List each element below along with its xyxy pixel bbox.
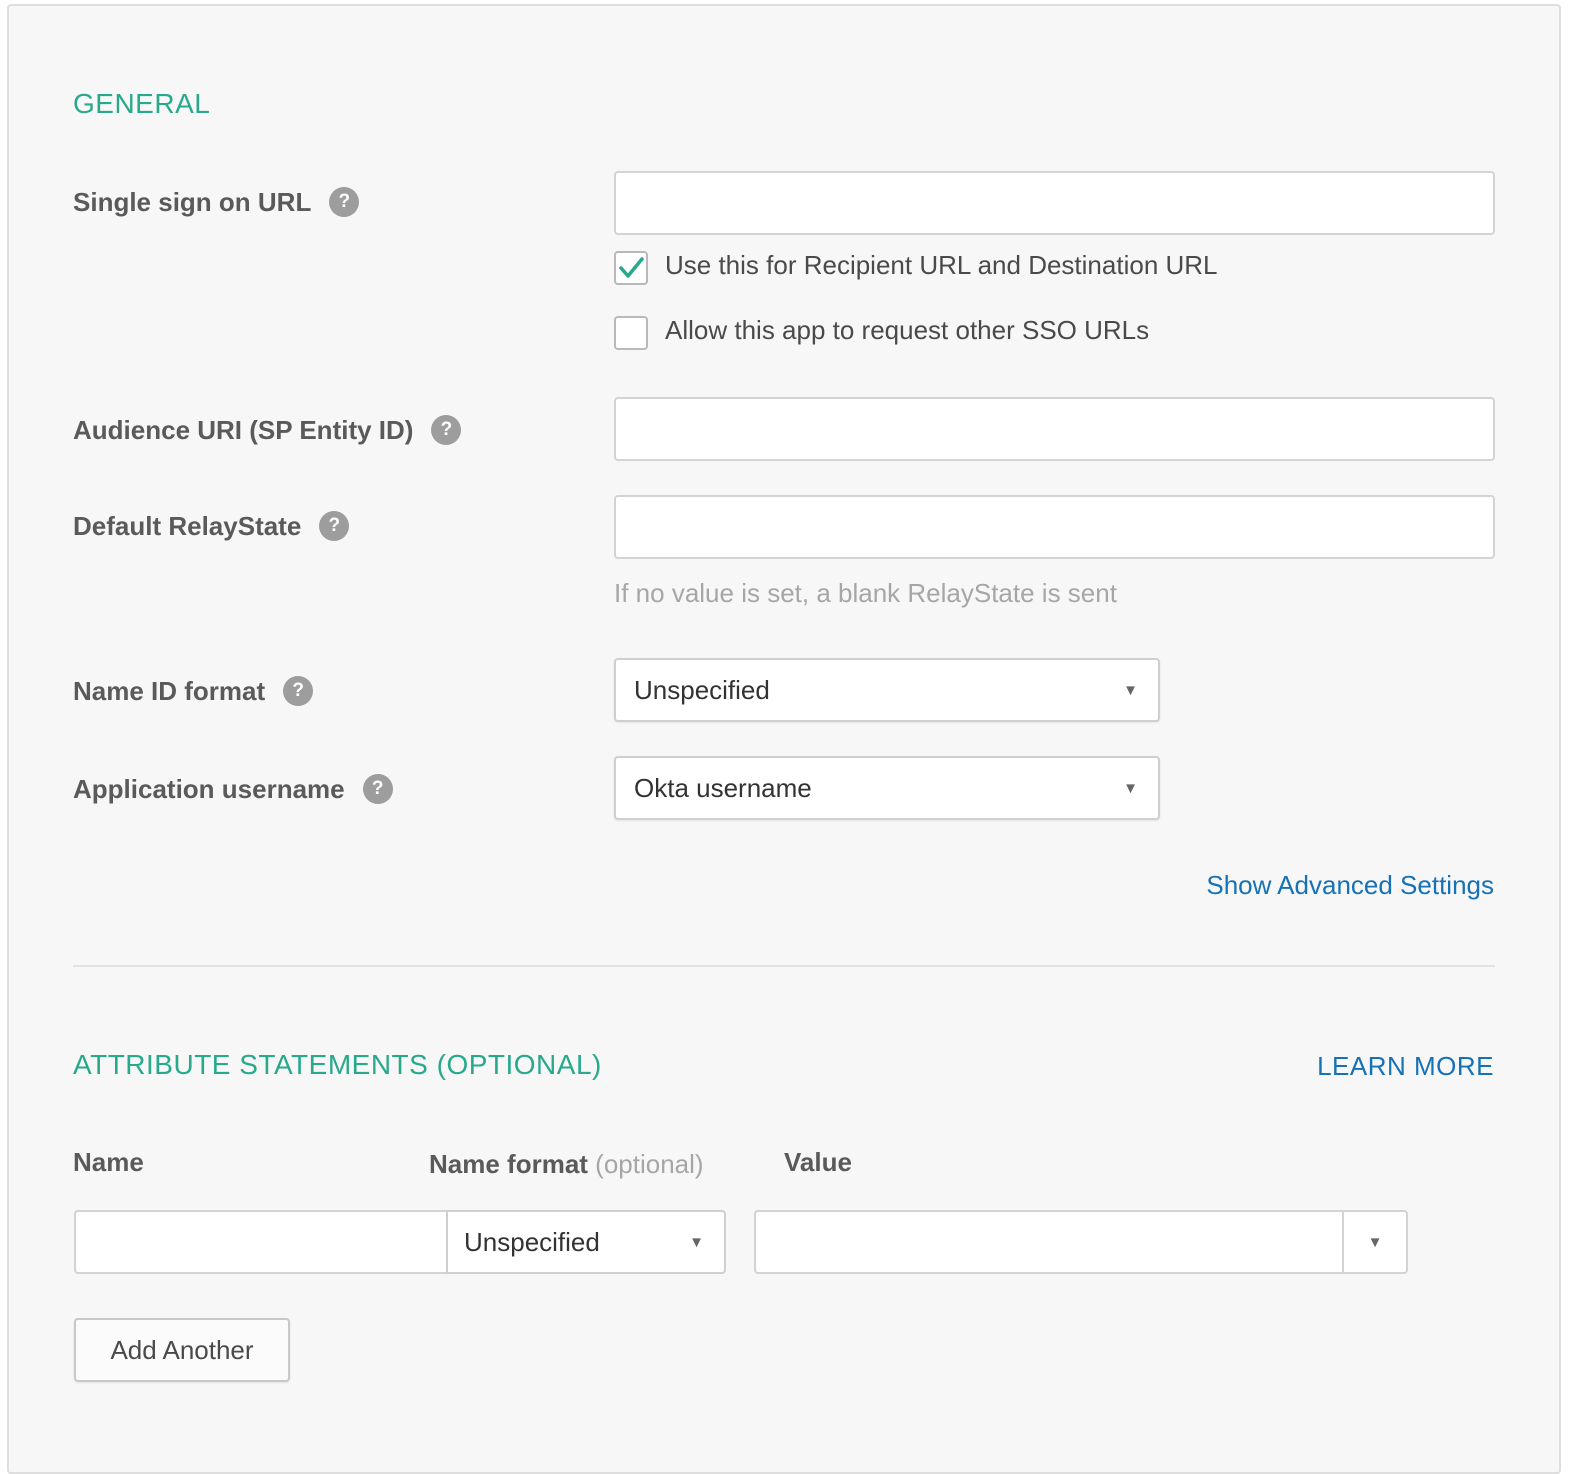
name-id-format-label-row: Name ID format ? — [73, 673, 314, 709]
allow-other-sso-label: Allow this app to request other SSO URLs — [665, 315, 1150, 345]
name-format-header-label: Name format — [429, 1149, 588, 1179]
relay-state-hint: If no value is set, a blank RelayState i… — [614, 578, 1117, 608]
app-username-select[interactable]: Okta username ▼ — [614, 756, 1160, 820]
app-username-value: Okta username — [634, 772, 812, 803]
name-id-format-value: Unspecified — [634, 674, 770, 705]
optional-hint: (optional) — [595, 1149, 704, 1179]
attribute-statements-title: ATTRIBUTE STATEMENTS (OPTIONAL) — [73, 1049, 602, 1080]
check-icon — [619, 257, 644, 278]
name-column-header: Name — [73, 1147, 144, 1177]
attribute-name-format-value: Unspecified — [464, 1226, 600, 1257]
help-icon[interactable]: ? — [329, 187, 360, 217]
learn-more-link[interactable]: LEARN MORE — [1317, 1051, 1494, 1082]
name-id-format-label: Name ID format — [73, 675, 266, 706]
sso-url-label-row: Single sign on URL ? — [73, 184, 360, 220]
chevron-down-icon: ▼ — [689, 1233, 704, 1251]
attribute-value-dropdown-toggle[interactable]: ▼ — [1342, 1212, 1406, 1272]
saml-settings-panel: GENERAL Single sign on URL ? Use this fo… — [7, 4, 1561, 1474]
show-advanced-settings-link[interactable]: Show Advanced Settings — [1206, 870, 1494, 901]
use-recipient-checkbox[interactable] — [614, 251, 648, 285]
attribute-value-combobox[interactable]: ▼ — [754, 1210, 1408, 1274]
attribute-value-input[interactable] — [756, 1212, 1342, 1274]
use-recipient-label: Use this for Recipient URL and Destinati… — [665, 250, 1218, 280]
help-icon[interactable]: ? — [283, 676, 314, 706]
chevron-down-icon: ▼ — [1123, 779, 1138, 797]
general-section-title: GENERAL — [73, 88, 211, 119]
relay-state-label: Default RelayState — [73, 510, 302, 541]
sso-url-input[interactable] — [614, 171, 1495, 235]
attribute-name-input[interactable] — [74, 1210, 448, 1274]
chevron-down-icon: ▼ — [1123, 681, 1138, 699]
app-username-label: Application username — [73, 773, 345, 804]
help-icon[interactable]: ? — [319, 511, 350, 541]
value-column-header: Value — [784, 1147, 852, 1177]
attribute-name-format-select[interactable]: Unspecified ▼ — [446, 1210, 726, 1274]
sso-url-label: Single sign on URL — [73, 186, 312, 217]
audience-uri-label-row: Audience URI (SP Entity ID) ? — [73, 412, 462, 448]
add-another-button[interactable]: Add Another — [74, 1318, 290, 1382]
name-id-format-select[interactable]: Unspecified ▼ — [614, 658, 1160, 722]
help-icon[interactable]: ? — [362, 774, 393, 804]
chevron-down-icon: ▼ — [1367, 1233, 1383, 1251]
relay-state-label-row: Default RelayState ? — [73, 508, 350, 544]
audience-uri-input[interactable] — [614, 397, 1495, 461]
audience-uri-label: Audience URI (SP Entity ID) — [73, 414, 414, 445]
app-username-label-row: Application username ? — [73, 771, 393, 807]
help-icon[interactable]: ? — [431, 415, 462, 445]
name-format-column-header: Name format (optional) — [429, 1149, 704, 1180]
section-divider — [73, 965, 1495, 967]
allow-other-sso-checkbox[interactable] — [614, 316, 648, 350]
relay-state-input[interactable] — [614, 495, 1495, 559]
